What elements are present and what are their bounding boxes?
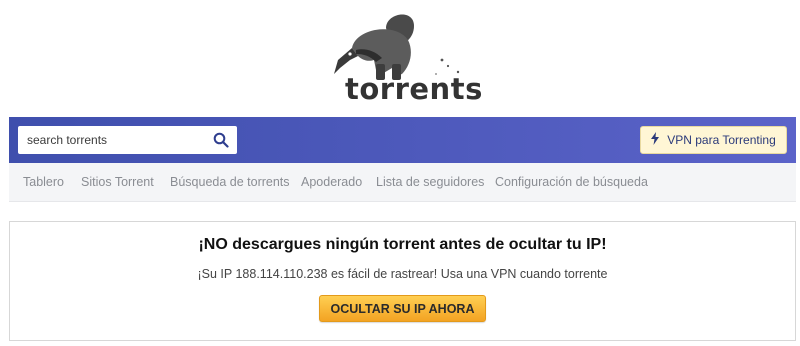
search-bar: VPN para Torrenting	[9, 117, 796, 163]
logo-text: torrents	[345, 72, 483, 106]
ip-warning-panel: ¡NO descargues ningún torrent antes de o…	[9, 221, 796, 341]
nav-item-lista-de-seguidores[interactable]: Lista de seguidores	[376, 175, 484, 189]
nav-item-sitios-torrent[interactable]: Sitios Torrent	[81, 175, 154, 189]
nav-item-configuracion-de-busqueda[interactable]: Configuración de búsqueda	[495, 175, 648, 189]
site-logo[interactable]: torrents	[0, 0, 800, 116]
search-icon[interactable]	[213, 132, 229, 153]
warning-subtitle: ¡Su IP 188.114.110.238 es fácil de rastr…	[197, 267, 608, 281]
hide-ip-button[interactable]: OCULTAR SU IP AHORA	[319, 295, 486, 322]
nav-item-apoderado[interactable]: Apoderado	[301, 175, 362, 189]
nav-item-tablero[interactable]: Tablero	[23, 175, 64, 189]
search-box	[18, 126, 237, 154]
vpn-for-torrenting-button[interactable]: VPN para Torrenting	[640, 126, 787, 154]
nav-item-busqueda-de-torrents[interactable]: Búsqueda de torrents	[170, 175, 290, 189]
search-input[interactable]	[18, 126, 208, 154]
warning-title: ¡NO descargues ningún torrent antes de o…	[198, 236, 607, 253]
vpn-button-label: VPN para Torrenting	[667, 133, 776, 147]
main-nav: Tablero Sitios Torrent Búsqueda de torre…	[9, 163, 796, 202]
lightning-bolt-icon	[651, 132, 660, 148]
